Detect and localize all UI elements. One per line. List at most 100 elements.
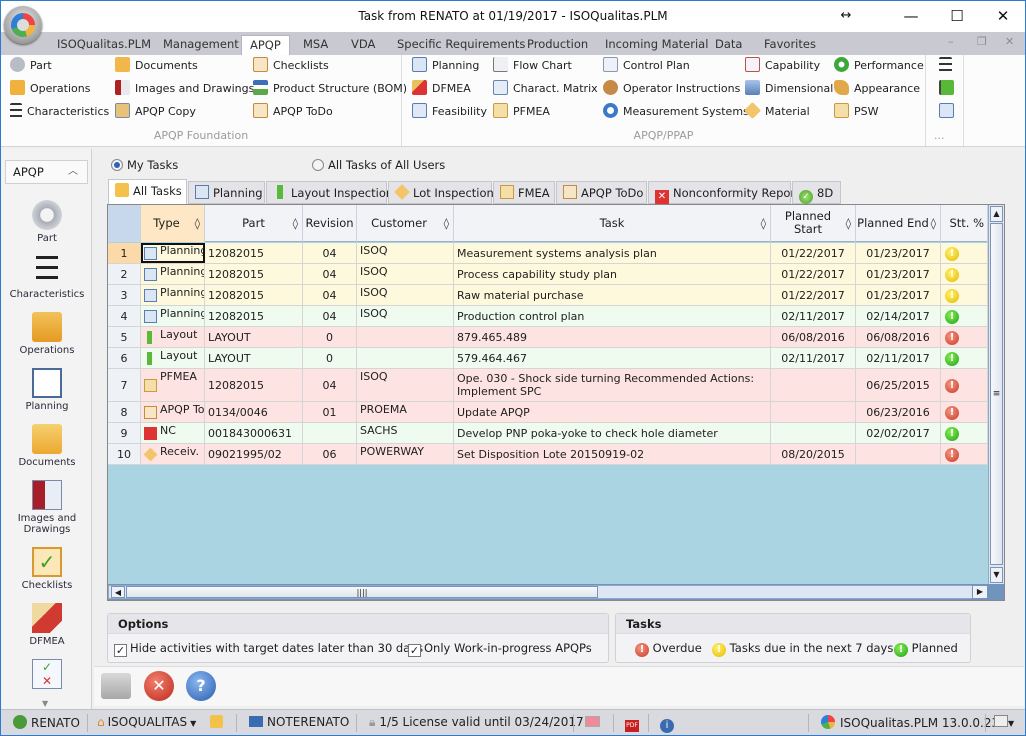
app-logo-button[interactable] [4, 6, 42, 44]
n-cell[interactable]: 9 [108, 423, 141, 443]
n-cell[interactable]: 6 [108, 348, 141, 368]
ribbon-dfmea[interactable]: DFMEA [412, 79, 471, 99]
status-notes-button[interactable] [210, 715, 223, 729]
nav-item-documents[interactable]: Documents [2, 424, 92, 468]
scroll-up-button[interactable]: ▲ [990, 206, 1003, 222]
table-row[interactable]: 4 Planning 12082015 04 ISOQ Production contro… [108, 306, 988, 327]
table-row[interactable]: 10 Receiv. 09021995/02 06 POWERWAY Set Dispos… [108, 444, 988, 465]
email-button[interactable] [585, 715, 600, 729]
ribbon-appearance[interactable]: Appearance [834, 79, 920, 99]
menu-tab-management[interactable]: Management [155, 35, 247, 55]
tab-apqp-todo[interactable]: APQP ToDo [556, 181, 647, 204]
ribbon-planning[interactable]: Planning [412, 56, 479, 76]
horizontal-scrollbar[interactable]: ◀ |||| ▶ [108, 584, 1004, 600]
horizontal-scroll-thumb[interactable]: |||| [126, 586, 598, 598]
table-row[interactable]: 7 PFMEA 12082015 04 ISOQ Ope. 030 - Shock sid… [108, 369, 988, 402]
ribbon-product-structure[interactable]: Product Structure (BOM) [253, 79, 407, 99]
ribbon-list-button[interactable] [939, 56, 952, 76]
menu-tab-data[interactable]: Data [707, 35, 750, 55]
pdf-button[interactable]: PDF [625, 715, 639, 732]
ribbon-pfmea[interactable]: PFMEA [493, 102, 550, 122]
nav-item-operations[interactable]: Operations [2, 312, 92, 356]
scroll-down-icon[interactable]: ▼ [42, 699, 48, 708]
ribbon-documents[interactable]: Documents [115, 56, 198, 76]
ribbon-dimensional[interactable]: Dimensional [745, 79, 833, 99]
column-header-type[interactable]: Type ◊ [141, 205, 205, 242]
tab-nonconformity-report[interactable]: ✕ Nonconformity Report [648, 181, 800, 204]
status-company-dropdown[interactable]: ⌂ ISOQUALITAS ▼ [97, 715, 196, 729]
scroll-down-button[interactable]: ▼ [990, 567, 1003, 583]
ribbon-table-button[interactable] [939, 102, 954, 122]
column-header-customer[interactable]: Customer ◊ [357, 205, 454, 242]
column-header-status[interactable]: Stt. % [941, 205, 988, 242]
cancel-button[interactable]: ✕ [144, 671, 174, 701]
nav-item-characteristics[interactable]: Characteristics [2, 256, 92, 300]
vertical-scroll-thumb[interactable]: ≡ [990, 223, 1003, 565]
maximize-button[interactable]: ☐ [942, 5, 972, 27]
nav-item-images-drawings[interactable]: Images and Drawings [2, 480, 92, 535]
table-row[interactable]: 5 Layout LAYOUT 0 879.465.489 06/08/2016 06/08… [108, 327, 988, 348]
scroll-left-button[interactable]: ◀ [111, 586, 125, 598]
table-row[interactable]: 6 Layout LAYOUT 0 579.464.467 02/11/2017 02/11… [108, 348, 988, 369]
tab-layout-inspection[interactable]: Layout Inspection [266, 181, 393, 204]
ribbon-performance[interactable]: Performance [834, 56, 924, 76]
menu-tab-production[interactable]: Production [519, 35, 596, 55]
ribbon-part[interactable]: Part [10, 56, 52, 76]
menu-tab-isoqualitas[interactable]: ISOQualitas.PLM [49, 35, 159, 55]
ribbon-flow-chart[interactable]: Flow Chart [493, 56, 572, 76]
table-row[interactable]: 8 APQP ToDo0134/004601PROEMAUpdate APQP 06… [108, 402, 988, 423]
menu-tab-favorites[interactable]: Favorites [756, 35, 824, 55]
ribbon-characteristics[interactable]: Characteristics [10, 102, 109, 122]
select-all-corner[interactable] [108, 205, 141, 242]
column-header-planned-end[interactable]: Planned End ◊ [856, 205, 941, 242]
table-row[interactable]: 3 Planning 12082015 04 ISOQ Raw material purc… [108, 285, 988, 306]
status-user[interactable]: RENATO [13, 715, 80, 730]
ribbon-checklists[interactable]: Checklists [253, 56, 329, 76]
n-cell[interactable]: 5 [108, 327, 141, 347]
tab-8d[interactable]: ✓ 8D [792, 181, 841, 204]
help-button[interactable]: ? [186, 671, 216, 701]
tab-all-tasks[interactable]: All Tasks [108, 179, 187, 205]
menu-tab-specific-requirements[interactable]: Specific Requirements [389, 35, 533, 55]
column-header-planned-start[interactable]: Planned Start ◊ [771, 205, 856, 242]
column-header-revision[interactable]: Revision [303, 205, 357, 242]
minimize-button[interactable]: — [896, 5, 926, 27]
nav-group-header[interactable]: APQP ︿ [5, 160, 88, 184]
n-cell[interactable]: 8 [108, 402, 141, 422]
ribbon-apqp-copy[interactable]: APQP Copy [115, 102, 196, 122]
menu-tab-vda[interactable]: VDA [343, 35, 383, 55]
table-row[interactable]: 2 Planning 12082015 04 ISOQ Process capabilit… [108, 264, 988, 285]
scroll-right-button[interactable]: ▶ [972, 585, 988, 599]
ribbon-measurement-systems[interactable]: Measurement Systems [603, 102, 749, 122]
menu-tab-msa[interactable]: MSA [295, 35, 336, 55]
ribbon-control-plan[interactable]: Control Plan [603, 56, 690, 76]
n-cell[interactable]: 7 [108, 369, 141, 401]
column-header-part[interactable]: Part ◊ [205, 205, 303, 242]
ribbon-apqp-todo[interactable]: APQP ToDo [253, 102, 333, 122]
mdi-restore-button[interactable]: ❐ [977, 35, 987, 48]
nav-item-planning[interactable]: Planning [2, 368, 92, 412]
nav-item-checklists[interactable]: ✓ Checklists [2, 547, 92, 591]
ribbon-operations[interactable]: Operations [10, 79, 90, 99]
windows-menu-button[interactable]: ▼ [994, 715, 1014, 729]
n-cell[interactable]: 4 [108, 306, 141, 326]
table-row[interactable]: 9 NC 001843000631 SACHS Develop PNP poka-yok… [108, 423, 988, 444]
ribbon-psw[interactable]: PSW [834, 102, 879, 122]
resize-icon[interactable]: ↔ [831, 5, 861, 27]
only-wip-checkbox[interactable]: ✓ Only Work-in-progress APQPs [408, 641, 592, 657]
nav-item-part[interactable]: Part [2, 200, 92, 244]
info-button[interactable]: i [660, 715, 674, 733]
n-cell[interactable]: 2 [108, 264, 141, 284]
ribbon-images-drawings[interactable]: Images and Drawings [115, 79, 254, 99]
n-cell[interactable]: 10 [108, 444, 141, 464]
n-cell[interactable]: 3 [108, 285, 141, 305]
nav-item-checklist-results[interactable]: ✓ ✕ [2, 659, 92, 692]
ribbon-feasibility[interactable]: Feasibility [412, 102, 487, 122]
menu-tab-incoming-material[interactable]: Incoming Material [597, 35, 716, 55]
ribbon-charact-matrix[interactable]: Charact. Matrix [493, 79, 598, 99]
tab-fmea[interactable]: FMEA [493, 181, 555, 204]
ribbon-capability[interactable]: Capability [745, 56, 820, 76]
menu-tab-apqp[interactable]: APQP [241, 35, 290, 55]
print-button[interactable] [101, 673, 131, 699]
close-button[interactable]: ✕ [988, 5, 1018, 27]
